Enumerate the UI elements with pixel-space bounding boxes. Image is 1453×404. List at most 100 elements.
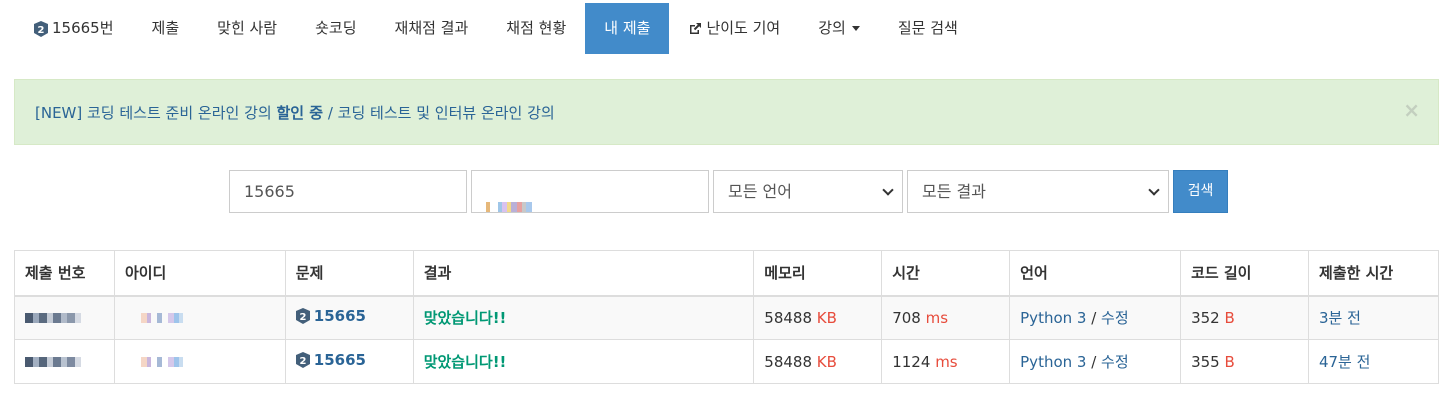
code-length-unit: B [1224, 352, 1235, 371]
table-row: 2 15665 맞았습니다!! 58488 KB 708 ms Python 3… [14, 295, 1440, 340]
nav-question-search-label: 질문 검색 [897, 19, 958, 37]
language-separator: / [1086, 309, 1102, 328]
time-unit: ms [925, 308, 949, 327]
nav-my-submissions[interactable]: 내 제출 [585, 3, 670, 54]
user-id-redacted [140, 353, 183, 371]
nav-rejudge-label: 재채점 결과 [394, 19, 469, 37]
submission-id-redacted [25, 353, 81, 371]
svg-text:2: 2 [38, 25, 45, 36]
cell-user-id[interactable] [113, 339, 286, 384]
nav-submit[interactable]: 제출 [133, 3, 199, 54]
tier-badge-icon: 2 [295, 352, 310, 368]
memory-unit: KB [816, 352, 837, 371]
nav-rejudge[interactable]: 재채점 결과 [376, 3, 488, 54]
cell-submission-id [14, 339, 115, 384]
cell-time: 708 ms [881, 295, 1011, 340]
nav-status-label: 채점 현황 [506, 19, 567, 37]
nav-short-coding-label: 숏코딩 [315, 19, 357, 37]
time-unit: ms [935, 352, 958, 371]
chevron-down-icon [1148, 184, 1160, 196]
promo-alert: [NEW] 코딩 테스트 준비 온라인 강의 할인 중 / 코딩 테스트 및 인… [14, 79, 1439, 145]
header-submission-id: 제출 번호 [14, 250, 115, 297]
problem-link[interactable]: 2 15665 [295, 307, 366, 326]
problem-id: 15665 [313, 351, 366, 369]
submitted-time-link[interactable]: 47분 전 [1319, 353, 1370, 371]
nav-solved-users-label: 맞힌 사람 [217, 19, 278, 37]
header-code-length: 코드 길이 [1180, 250, 1309, 297]
cell-result: 맞았습니다!! [412, 339, 755, 384]
nav-solved-users[interactable]: 맞힌 사람 [198, 3, 296, 54]
time-value: 1124 [892, 352, 931, 371]
code-length-value: 352 [1191, 308, 1220, 327]
promo-link-1[interactable]: [NEW] 코딩 테스트 준비 온라인 강의 [35, 104, 276, 122]
problem-id-value: 15665 [244, 182, 295, 201]
header-submitted-time: 제출한 시간 [1307, 250, 1440, 297]
cell-submission-id [14, 295, 115, 340]
header-result: 결과 [412, 250, 755, 297]
cell-code-length: 352 B [1180, 295, 1309, 340]
nav-problem-label: 15665번 [52, 19, 114, 37]
memory-value: 58488 [764, 352, 812, 371]
svg-text:2: 2 [299, 312, 306, 323]
memory-value: 58488 [764, 308, 812, 327]
submitted-time-link[interactable]: 3분 전 [1319, 309, 1361, 327]
cell-submitted-time: 47분 전 [1307, 339, 1440, 384]
user-id-input[interactable] [471, 170, 709, 213]
memory-unit: KB [816, 308, 837, 327]
chevron-down-icon [882, 184, 894, 196]
language-select[interactable]: 모든 언어 [713, 170, 903, 213]
submission-table: 제출 번호 아이디 문제 결과 메모리 시간 언어 코드 길이 제출한 시간 2… [14, 250, 1440, 384]
table-row: 2 15665 맞았습니다!! 58488 KB 1124 ms Python … [14, 339, 1440, 384]
promo-link-2[interactable]: / 코딩 테스트 및 인터뷰 온라인 강의 [323, 104, 555, 122]
code-length-unit: B [1224, 308, 1235, 327]
cell-time: 1124 ms [881, 339, 1011, 384]
language-separator: / [1086, 353, 1102, 371]
header-user-id: 아이디 [113, 250, 286, 297]
cell-language: Python 3 / 수정 [1009, 295, 1182, 340]
cell-problem[interactable]: 2 15665 [284, 339, 414, 384]
edit-link[interactable]: 수정 [1101, 353, 1129, 371]
cell-submitted-time: 3분 전 [1307, 295, 1440, 340]
language-link[interactable]: Python 3 [1020, 309, 1086, 327]
header-language: 언어 [1009, 250, 1182, 297]
problem-id: 15665 [313, 307, 366, 326]
user-id-redacted [140, 309, 183, 327]
problem-id-input[interactable]: 15665 [229, 170, 467, 213]
nav-difficulty-label: 난이도 기여 [706, 19, 781, 37]
user-id-redacted [486, 186, 532, 227]
nav-problem[interactable]: 2 15665번 [15, 3, 133, 54]
problem-link[interactable]: 2 15665 [295, 351, 366, 369]
cell-user-id[interactable] [113, 295, 286, 340]
cell-memory: 58488 KB [753, 295, 883, 340]
time-value: 708 [892, 308, 921, 327]
submission-id-redacted [25, 309, 81, 327]
caret-down-icon [851, 26, 860, 31]
result-select[interactable]: 모든 결과 [907, 170, 1169, 213]
nav-lecture-dropdown[interactable]: 강의 [799, 3, 879, 54]
cell-memory: 58488 KB [753, 339, 883, 384]
cell-language: Python 3 / 수정 [1009, 339, 1182, 384]
result-select-value: 모든 결과 [922, 182, 986, 201]
code-length-value: 355 [1191, 352, 1220, 371]
close-icon[interactable]: × [1403, 98, 1420, 122]
svg-text:2: 2 [299, 356, 306, 367]
header-time: 시간 [881, 250, 1011, 297]
search-button[interactable]: 검색 [1173, 170, 1228, 213]
nav-submit-label: 제출 [151, 19, 180, 37]
nav-short-coding[interactable]: 숏코딩 [296, 3, 375, 54]
nav-question-search[interactable]: 질문 검색 [879, 3, 977, 54]
promo-discount[interactable]: 할인 중 [276, 104, 323, 122]
result-accepted: 맞았습니다!! [423, 353, 507, 371]
nav-status[interactable]: 채점 현황 [487, 3, 585, 54]
language-link[interactable]: Python 3 [1020, 353, 1086, 371]
edit-link[interactable]: 수정 [1101, 309, 1129, 327]
cell-problem[interactable]: 2 15665 [284, 295, 414, 340]
problem-nav: 2 15665번 제출 맞힌 사람 숏코딩 재채점 결과 채점 현황 내 제출 … [15, 3, 977, 54]
external-link-icon [690, 22, 702, 34]
promo-text: [NEW] 코딩 테스트 준비 온라인 강의 할인 중 / 코딩 테스트 및 인… [35, 102, 555, 123]
nav-my-submissions-label: 내 제출 [604, 19, 651, 37]
result-accepted: 맞았습니다!! [423, 309, 507, 328]
nav-difficulty[interactable]: 난이도 기여 [669, 3, 799, 54]
cell-code-length: 355 B [1180, 339, 1309, 384]
tier-badge-icon: 2 [34, 20, 48, 37]
